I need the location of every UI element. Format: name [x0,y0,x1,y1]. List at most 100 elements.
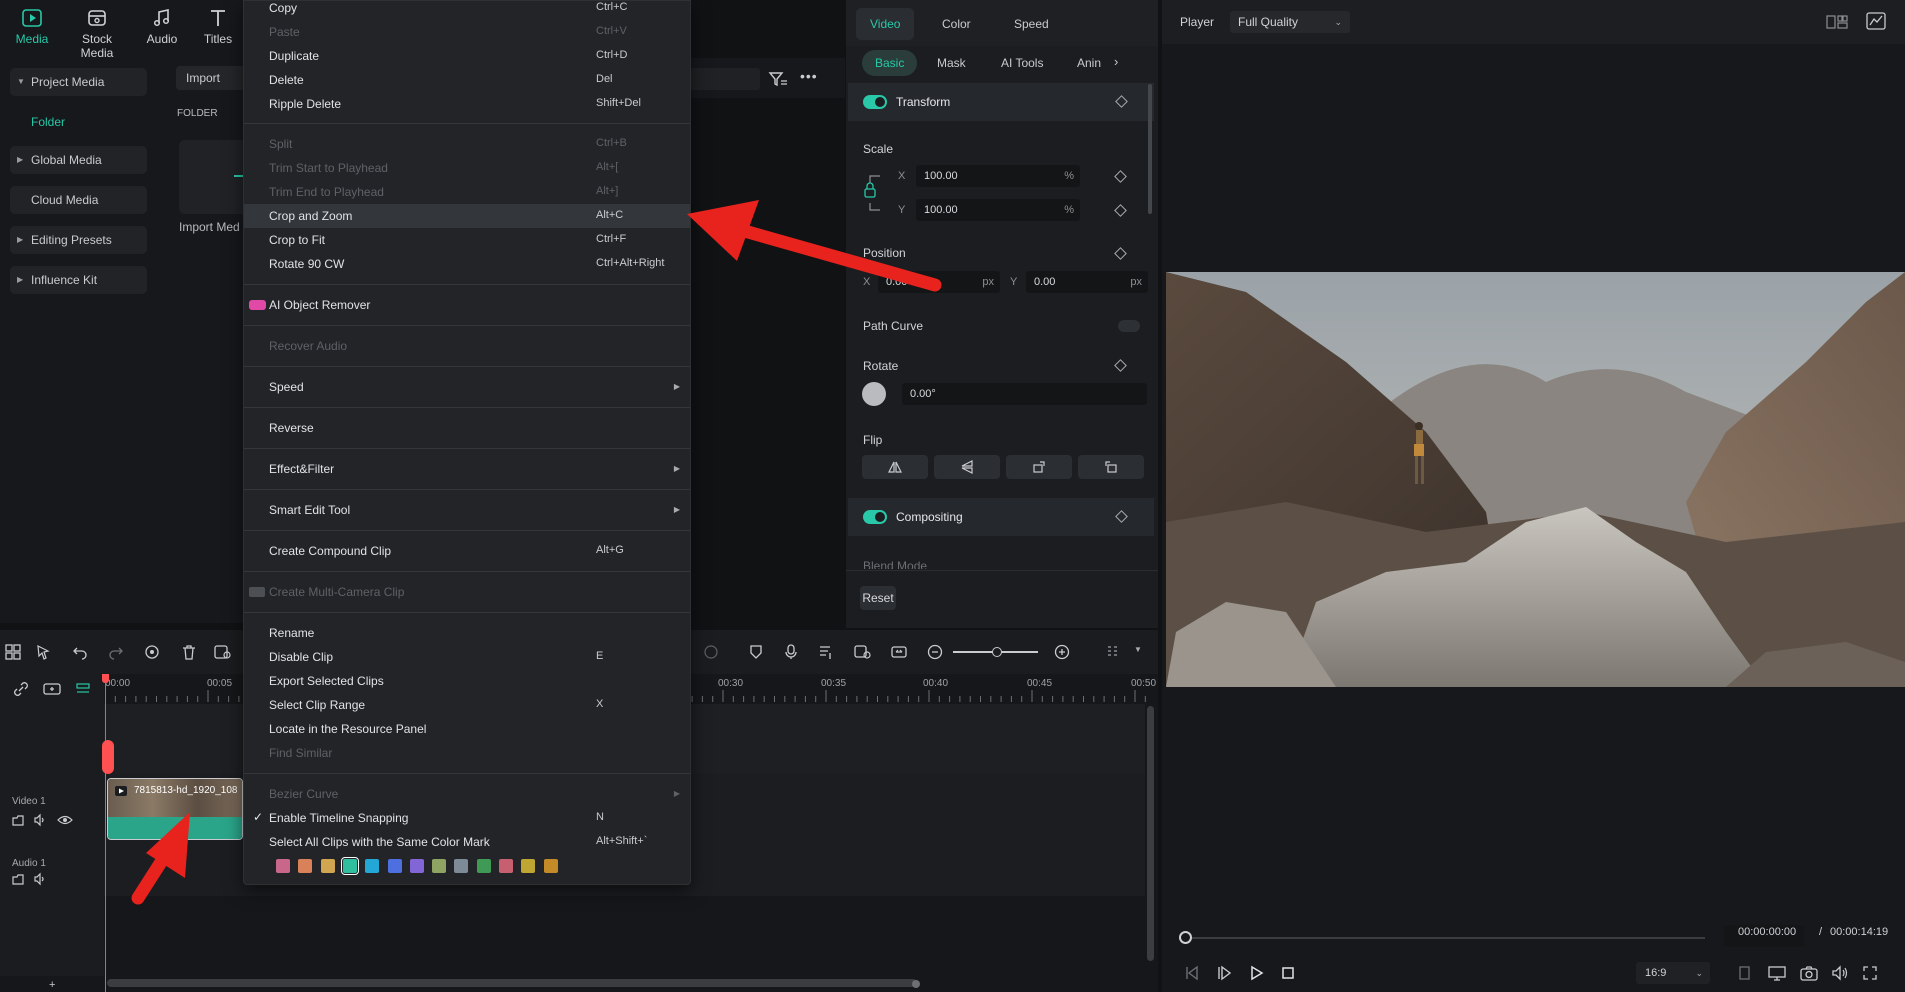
horizontal-scrollbar[interactable] [107,979,917,987]
rotate-field[interactable]: 0.00° [902,383,1147,405]
flip-horizontal-button[interactable] [862,455,928,479]
color-mark-swatch[interactable] [298,859,313,873]
subtab-animation[interactable]: Anin [1064,50,1114,76]
scrollbar-handle[interactable] [912,980,920,988]
video-preview[interactable] [1166,272,1905,687]
lock-ratio-icon[interactable] [862,173,884,213]
lock-track-icon[interactable] [11,872,25,886]
path-curve-toggle[interactable] [1118,320,1140,332]
color-mark-swatch[interactable] [454,859,469,873]
menu-item-rename[interactable]: Rename [244,621,690,645]
color-mark-swatch[interactable] [409,859,424,873]
sidebar-item-influence-kit[interactable]: ▶ Influence Kit [10,266,147,294]
fit-timeline-icon[interactable] [891,644,907,660]
menu-item-select-clip-range[interactable]: Select Clip Range X [244,693,690,717]
menu-item-crop-to-fit[interactable]: Crop to Fit Ctrl+F [244,228,690,252]
color-mark-swatch[interactable] [432,859,447,873]
search-input[interactable] [690,68,760,90]
undo-icon[interactable] [72,644,88,660]
subtab-ai-tools[interactable]: AI Tools [988,50,1056,76]
playhead-line[interactable] [105,674,106,992]
aspect-ratio-dropdown[interactable]: 16:9 ⌄ [1636,962,1710,984]
menu-item-locate-in-resource-panel[interactable]: Locate in the Resource Panel [244,717,690,741]
volume-icon[interactable] [1831,965,1849,981]
keyframe-diamond-icon[interactable] [1114,247,1127,260]
display-monitor-icon[interactable] [1768,965,1786,981]
sidebar-item-global-media[interactable]: ▶ Global Media [10,146,147,174]
menu-item-create-compound-clip[interactable]: Create Compound Clip Alt+G [244,539,690,563]
menu-item-enable-timeline-snapping[interactable]: ✓ Enable Timeline Snapping N [244,806,690,830]
quality-dropdown[interactable]: Full Quality ⌄ [1230,11,1350,33]
keyframe-circle-icon[interactable] [704,644,718,660]
playback-scrubber[interactable] [1179,931,1192,944]
track-manager-icon[interactable] [75,682,91,696]
color-mark-swatch[interactable] [276,859,290,873]
keyframe-diamond-icon[interactable] [1114,359,1127,372]
color-mark-swatch[interactable] [320,859,335,873]
zoom-in-icon[interactable] [1054,644,1070,660]
compositing-toggle[interactable] [863,510,887,524]
track-grid-icon[interactable] [1106,644,1120,660]
eye-icon[interactable] [57,813,73,827]
zoom-slider-knob[interactable] [992,647,1002,657]
color-mark-swatch[interactable] [476,859,491,873]
menu-item-copy[interactable]: Copy Ctrl+C [244,0,690,20]
transform-section-header[interactable]: Transform [848,83,1154,121]
compositing-section-header[interactable]: Compositing [848,498,1154,536]
rotate-left-button[interactable] [1078,455,1144,479]
scale-x-field[interactable]: 100.00 % [916,165,1080,187]
redo-icon[interactable] [108,644,124,660]
auto-reframe-icon[interactable] [854,644,872,660]
reset-button[interactable]: Reset [860,586,896,610]
position-x-field[interactable]: 0.00 px [878,271,1000,293]
sidebar-item-folder[interactable]: Folder [31,115,65,129]
playback-progress-track[interactable] [1186,937,1705,939]
microphone-icon[interactable] [783,644,799,660]
menu-item-export-selected-clips[interactable]: Export Selected Clips [244,669,690,693]
import-media-tile[interactable] [179,140,249,214]
zoom-out-icon[interactable] [927,644,943,660]
menu-item-select-same-color-mark[interactable]: Select All Clips with the Same Color Mar… [244,830,690,854]
speaker-icon[interactable] [33,872,47,886]
layout-grid-icon[interactable] [5,644,21,660]
panel-scrollbar[interactable] [1148,84,1152,214]
clip-tool-icon[interactable] [214,644,232,660]
color-mark-swatch[interactable] [543,859,558,873]
tab-stock-media[interactable]: Stock Media [67,8,127,60]
scopes-icon[interactable] [1866,12,1886,30]
keyframe-diamond-icon[interactable] [1115,95,1128,108]
more-options-icon[interactable]: ••• [800,68,818,84]
import-button[interactable]: Import [176,66,246,90]
sidebar-item-editing-presets[interactable]: ▶ Editing Presets [10,226,147,254]
tab-titles[interactable]: Titles [188,8,248,46]
sidebar-item-cloud-media[interactable]: Cloud Media [10,186,147,214]
transform-toggle[interactable] [863,95,887,109]
menu-item-effect-filter[interactable]: Effect&Filter ▶ [244,457,690,481]
video-clip[interactable]: 7815813-hd_1920_108 [107,778,243,840]
tab-video[interactable]: Video [856,8,915,40]
keyframe-diamond-icon[interactable] [1114,204,1127,217]
select-pointer-icon[interactable] [36,644,52,660]
rotate-dial[interactable] [862,382,886,406]
subtab-basic[interactable]: Basic [862,50,918,76]
menu-item-duplicate[interactable]: Duplicate Ctrl+D [244,44,690,68]
delete-trash-icon[interactable] [181,644,197,660]
tab-media[interactable]: Media [2,8,62,46]
filter-icon[interactable] [768,70,788,88]
menu-item-ripple-delete[interactable]: Ripple Delete Shift+Del [244,92,690,116]
menu-item-smart-edit-tool[interactable]: Smart Edit Tool ▶ [244,498,690,522]
menu-item-ai-object-remover[interactable]: AI Object Remover [244,293,690,317]
subtab-mask[interactable]: Mask [924,50,979,76]
tab-audio[interactable]: Audio [132,8,192,46]
color-mark-swatch[interactable] [340,857,359,875]
color-mark-swatch[interactable] [387,859,402,873]
grid-view-icon[interactable] [1826,14,1848,30]
menu-item-rotate-90-cw[interactable]: Rotate 90 CW Ctrl+Alt+Right [244,252,690,276]
color-mark-swatch[interactable] [365,859,380,873]
snapshot-camera-icon[interactable] [1800,965,1818,981]
add-track-icon[interactable] [43,682,61,696]
vertical-scrollbar[interactable] [1147,706,1154,961]
keyframe-diamond-icon[interactable] [1114,170,1127,183]
mark-in-icon[interactable] [1738,965,1752,981]
scale-y-field[interactable]: 100.00 % [916,199,1080,221]
